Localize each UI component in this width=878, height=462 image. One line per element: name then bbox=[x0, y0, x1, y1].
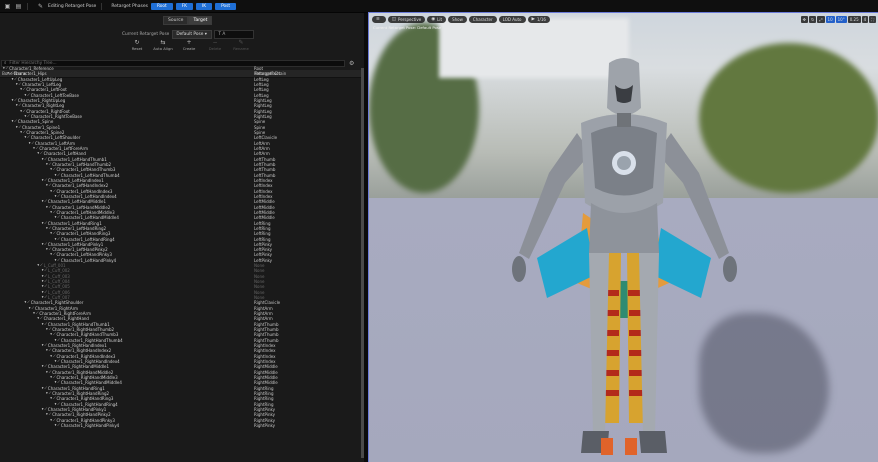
lit-label: Lit bbox=[437, 17, 443, 22]
play-icon: ▶ bbox=[531, 17, 535, 22]
viewport[interactable] bbox=[368, 12, 878, 462]
perspective-label: Perspective bbox=[398, 17, 422, 22]
hamburger-icon: ≡ bbox=[376, 17, 380, 22]
toolbar-divider bbox=[101, 2, 103, 10]
browse-icon[interactable]: ▤ bbox=[15, 3, 22, 10]
reset-button[interactable]: ↻ Reset bbox=[124, 39, 150, 51]
scale-snap-value: 0.25 bbox=[849, 17, 859, 22]
source-target-tabs: Source Target bbox=[163, 16, 213, 25]
table-row[interactable]: ▾ ⟋ Character1_RightHandPinky4 RightPinky bbox=[0, 423, 364, 428]
pose-tools: ↻ Reset ⇆ Auto Align + Create − Delete ✎ Rename bbox=[124, 39, 254, 51]
phase-root-button[interactable]: Root bbox=[150, 2, 173, 10]
create-icon: + bbox=[186, 39, 192, 46]
character-button[interactable]: Character bbox=[468, 16, 497, 23]
delete-icon: − bbox=[212, 39, 218, 46]
show-button[interactable]: Show bbox=[448, 16, 467, 23]
tool-label: Reset bbox=[131, 46, 143, 51]
bone-icon: ⟋ bbox=[57, 422, 60, 427]
character-model bbox=[512, 58, 737, 455]
rename-button[interactable]: ✎ Rename bbox=[228, 39, 254, 51]
current-pose-label: Current Retarget Pose bbox=[122, 32, 170, 37]
bone-cell: ▾ ⟋ Character1_RightHandPinky4 bbox=[55, 423, 120, 428]
pose-dropdown-value: Default Pose bbox=[176, 32, 204, 37]
tool-label: Create bbox=[182, 46, 196, 51]
tab-source[interactable]: Source bbox=[163, 16, 189, 25]
character-label: Character bbox=[472, 17, 493, 22]
retarget-phases-label: Retarget Phases bbox=[111, 3, 148, 9]
retarget-pose-row: Current Retarget Pose Default Pose ▾ T A bbox=[122, 30, 255, 39]
pose-dropdown[interactable]: Default Pose ▾ bbox=[172, 30, 213, 39]
viewport-info-text: Current Retarget Pose: Default Pose bbox=[373, 25, 442, 30]
maximize-icon[interactable]: ⛶ bbox=[869, 16, 876, 23]
phase-fk-button[interactable]: FK bbox=[175, 2, 193, 10]
bone-tree: ▾ ⟋ Character1_Reference Root ▾ ⟋ Character1_H… bbox=[0, 66, 364, 461]
camera-speed-value: 4 bbox=[863, 17, 867, 22]
lit-button[interactable]: ◉ Lit bbox=[427, 16, 447, 23]
rotate-snap-button[interactable]: 10° bbox=[835, 16, 847, 23]
camera-icon: ◫ bbox=[391, 17, 397, 22]
scale-icon[interactable]: ⤢ bbox=[817, 16, 825, 23]
camera-speed-button[interactable]: 4 bbox=[861, 16, 869, 23]
lod-label: LOD Auto bbox=[502, 17, 522, 22]
lightbulb-icon: ◉ bbox=[431, 17, 436, 22]
lod-button[interactable]: LOD Auto bbox=[498, 16, 526, 23]
top-toolbar: ▣ ▤ ✎ Editing Retarget Pose Retarget Pha… bbox=[0, 0, 878, 13]
search-placeholder: Filter Hierarchy Tree... bbox=[9, 60, 57, 66]
scale-snap-button[interactable]: 0.25 bbox=[847, 16, 861, 23]
translate-icon[interactable]: ✥ bbox=[800, 16, 808, 23]
rotate-snap-value: 10° bbox=[837, 17, 845, 22]
viewport-menu-button[interactable]: ≡ bbox=[372, 16, 386, 23]
edit-pose-icon: ✎ bbox=[37, 2, 44, 10]
rename-icon: ✎ bbox=[238, 39, 244, 46]
playback-speed-button[interactable]: ▶ 1/16 bbox=[527, 16, 550, 23]
tab-target[interactable]: Target bbox=[188, 16, 213, 25]
expand-arrow-icon[interactable]: ▾ bbox=[55, 423, 57, 428]
grid-snap-value: 10 bbox=[827, 17, 833, 22]
show-label: Show bbox=[452, 17, 463, 22]
rotate-icon[interactable]: ↻ bbox=[808, 16, 817, 23]
viewport-tools: ✥ ↻ ⤢ 10 10° 0.25 4 ⛶ bbox=[800, 16, 876, 23]
phase-ik-button[interactable]: IK bbox=[195, 2, 213, 10]
grid-snap-button[interactable]: 10 bbox=[825, 16, 835, 23]
bone-name: Character1_RightHandPinky4 bbox=[60, 422, 120, 428]
create-button[interactable]: + Create bbox=[176, 39, 202, 51]
editing-retarget-pose-label[interactable]: Editing Retarget Pose bbox=[48, 4, 96, 9]
toolbar-divider bbox=[27, 2, 28, 10]
chevron-down-icon: ▾ bbox=[204, 32, 207, 37]
tool-label: Delete bbox=[208, 46, 222, 51]
save-icon[interactable]: ▣ bbox=[4, 3, 11, 10]
retarget-chain-cell[interactable]: RightPinky bbox=[254, 423, 275, 428]
perspective-button[interactable]: ◫ Perspective bbox=[387, 16, 426, 23]
auto-align-icon: ⇆ bbox=[160, 39, 166, 46]
delete-button[interactable]: − Delete bbox=[202, 39, 228, 51]
reset-icon: ↻ bbox=[134, 39, 140, 46]
tool-label: Rename bbox=[233, 46, 249, 51]
pose-name-field[interactable]: T A bbox=[214, 30, 255, 39]
phase-post-button[interactable]: Post bbox=[215, 2, 237, 10]
character-body bbox=[512, 58, 737, 455]
tool-label: Auto Align bbox=[153, 46, 173, 51]
search-icon: ⌕ bbox=[4, 60, 7, 66]
speed-label: 1/16 bbox=[536, 17, 546, 22]
auto-align-button[interactable]: ⇆ Auto Align bbox=[150, 39, 176, 51]
